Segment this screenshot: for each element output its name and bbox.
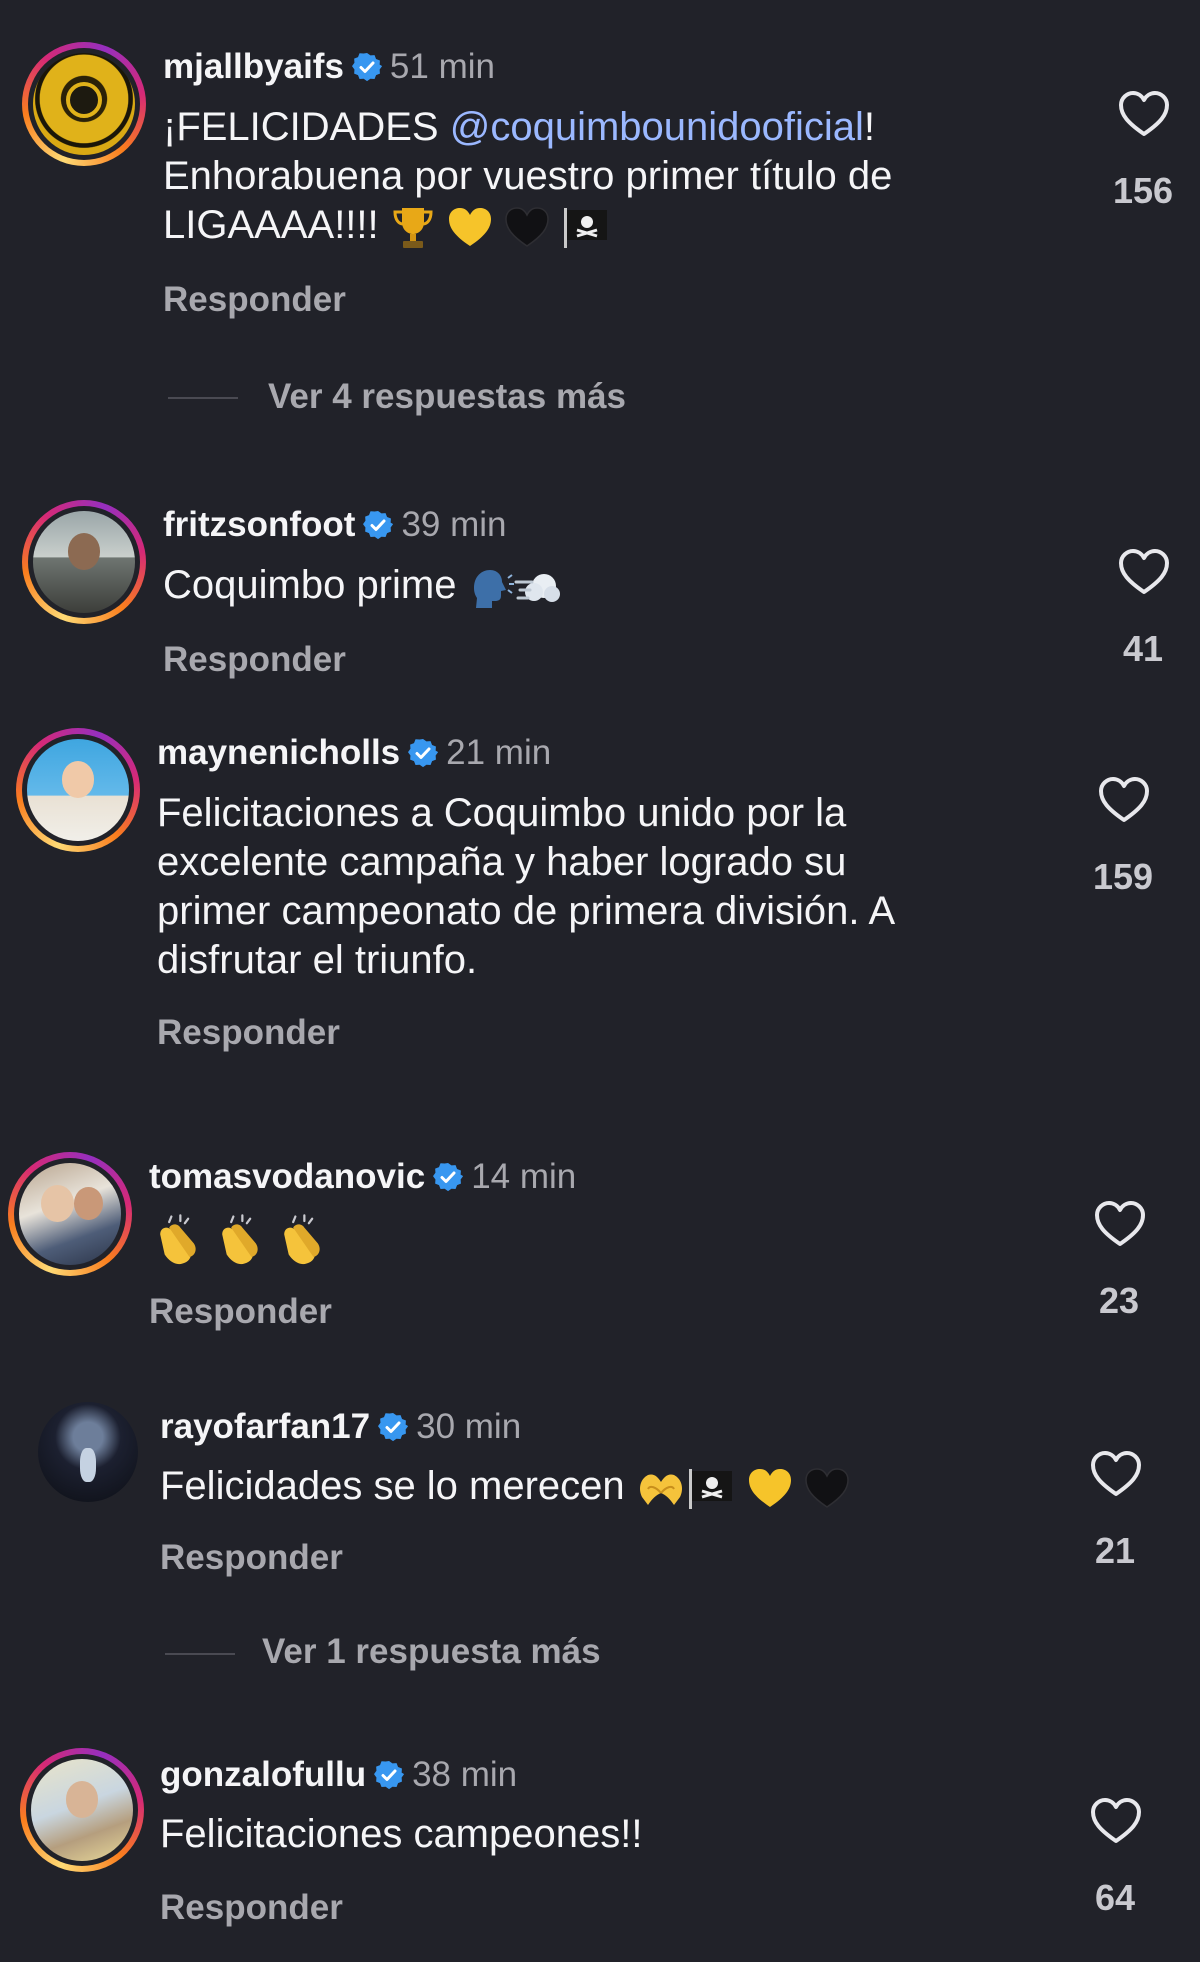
reply-button[interactable]: Responder — [149, 1292, 332, 1332]
like-button[interactable] — [1090, 1200, 1150, 1253]
heart-hands-icon — [636, 1467, 686, 1509]
reply-button[interactable]: Responder — [163, 280, 346, 320]
like-button[interactable] — [1094, 776, 1154, 829]
username[interactable]: rayofarfan17 — [160, 1407, 370, 1446]
like-count: 23 — [1098, 1280, 1140, 1321]
clapping-hands-icon — [273, 1212, 329, 1268]
reply-button[interactable]: Responder — [157, 1013, 340, 1053]
like-count: 156 — [1112, 170, 1174, 211]
heart-outline-icon — [1094, 1200, 1146, 1248]
username[interactable]: maynenicholls — [157, 733, 400, 772]
username[interactable]: gonzalofullu — [160, 1755, 366, 1794]
yellow-heart-icon — [447, 206, 493, 248]
verified-badge-icon — [378, 1412, 408, 1442]
heart-outline-icon — [1090, 1797, 1142, 1845]
timestamp: 38 min — [412, 1755, 518, 1794]
avatar[interactable] — [22, 500, 146, 624]
verified-badge-icon — [363, 510, 393, 540]
timestamp: 14 min — [471, 1157, 577, 1196]
like-count: 159 — [1092, 856, 1154, 897]
comment-text: ¡FELICIDADES @coquimbounidooficial! Enho… — [163, 103, 892, 250]
comment-text: Coquimbo prime — [163, 561, 564, 610]
like-count: 41 — [1122, 628, 1164, 669]
clapping-hands-icon — [149, 1212, 205, 1268]
like-button[interactable] — [1114, 548, 1174, 601]
black-heart-icon — [804, 1467, 850, 1509]
avatar[interactable] — [20, 1748, 144, 1872]
timestamp: 51 min — [389, 47, 495, 86]
pirate-flag-icon — [686, 1467, 736, 1509]
verified-badge-icon — [433, 1162, 463, 1192]
comment-text — [149, 1212, 329, 1268]
comment-text: Felicitaciones campeones!! — [160, 1812, 643, 1856]
reply-button[interactable]: Responder — [163, 640, 346, 680]
avatar[interactable] — [22, 42, 146, 166]
timestamp: 39 min — [401, 505, 507, 544]
timestamp: 30 min — [416, 1407, 522, 1446]
comment-text: Felicidades se lo merecen — [160, 1462, 850, 1511]
like-button[interactable] — [1086, 1797, 1146, 1850]
dash-icon — [514, 564, 564, 610]
heart-outline-icon — [1118, 548, 1170, 596]
heart-outline-icon — [1118, 90, 1170, 138]
avatar[interactable] — [8, 1152, 132, 1276]
like-button[interactable] — [1086, 1450, 1146, 1503]
divider — [165, 1653, 235, 1655]
trophy-icon — [390, 204, 436, 250]
avatar[interactable] — [38, 1402, 138, 1502]
divider — [168, 397, 238, 399]
black-heart-icon — [504, 206, 550, 248]
timestamp: 21 min — [446, 733, 552, 772]
username[interactable]: mjallbyaifs — [163, 47, 344, 86]
reply-button[interactable]: Responder — [160, 1538, 343, 1578]
verified-badge-icon — [408, 738, 438, 768]
speaking-head-icon — [468, 564, 514, 610]
yellow-heart-icon — [747, 1467, 793, 1509]
comment-text: Felicitaciones a Coquimbo unido por la e… — [157, 791, 896, 982]
verified-badge-icon — [352, 52, 382, 82]
like-button[interactable] — [1114, 90, 1174, 143]
username[interactable]: fritzsonfoot — [163, 505, 355, 544]
view-more-replies[interactable]: Ver 4 respuestas más — [268, 377, 626, 417]
like-count: 64 — [1094, 1877, 1136, 1918]
like-count: 21 — [1094, 1530, 1136, 1571]
clapping-hands-icon — [211, 1212, 267, 1268]
heart-outline-icon — [1098, 776, 1150, 824]
username[interactable]: tomasvodanovic — [149, 1157, 425, 1196]
heart-outline-icon — [1090, 1450, 1142, 1498]
reply-button[interactable]: Responder — [160, 1888, 343, 1928]
view-more-replies[interactable]: Ver 1 respuesta más — [262, 1632, 601, 1672]
avatar[interactable] — [16, 728, 140, 852]
mention-link[interactable]: @coquimbounidooficial — [450, 105, 864, 149]
pirate-flag-icon — [561, 206, 611, 248]
verified-badge-icon — [374, 1760, 404, 1790]
